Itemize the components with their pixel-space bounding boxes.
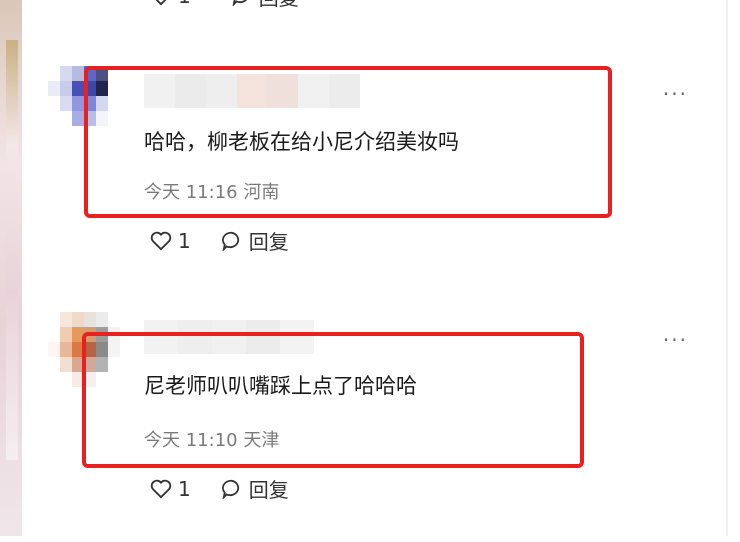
more-button[interactable]: ··· bbox=[663, 82, 688, 106]
like-button[interactable]: 1 bbox=[150, 0, 191, 8]
comment-time: 今天 11:10 bbox=[144, 430, 238, 451]
reply-bubble-icon bbox=[221, 231, 239, 251]
comment-actions: 1 回复 bbox=[150, 474, 289, 503]
reply-button[interactable]: 回复 bbox=[231, 0, 299, 11]
neighbor-image-strip bbox=[0, 0, 22, 536]
divider bbox=[726, 0, 728, 536]
reply-label: 回复 bbox=[248, 230, 289, 254]
heart-icon bbox=[150, 231, 172, 250]
heart-icon bbox=[155, 0, 167, 6]
comment-location: 河南 bbox=[243, 182, 280, 203]
like-button[interactable]: 1 bbox=[150, 229, 191, 253]
reply-button[interactable]: 回复 bbox=[221, 474, 289, 503]
previous-comment-actions: 1 回复 bbox=[150, 0, 299, 10]
reply-label: 回复 bbox=[248, 478, 289, 502]
reply-label: 回复 bbox=[259, 0, 299, 11]
like-button[interactable]: 1 bbox=[150, 477, 191, 501]
comment-meta: 今天 11:16 河南 bbox=[144, 178, 279, 204]
comment-text: 哈哈，柳老板在给小尼介绍美妆吗 bbox=[144, 130, 459, 154]
reply-button[interactable]: 回复 bbox=[221, 226, 289, 255]
like-count: 1 bbox=[178, 0, 191, 8]
comment-location: 天津 bbox=[243, 430, 280, 451]
reply-bubble-icon bbox=[221, 479, 239, 499]
comment-item: 哈哈，柳老板在给小尼介绍美妆吗 今天 11:16 河南 ··· 1 回复 bbox=[44, 66, 724, 296]
comment-item: 尼老师叭叭嘴踩上点了哈哈哈 今天 11:10 天津 ··· 1 回复 bbox=[44, 312, 724, 542]
reply-bubble-icon bbox=[232, 0, 247, 6]
comment-text: 尼老师叭叭嘴踩上点了哈哈哈 bbox=[144, 374, 417, 398]
like-count: 1 bbox=[178, 476, 191, 501]
comment-time: 今天 11:16 bbox=[144, 182, 238, 203]
heart-icon bbox=[150, 479, 172, 498]
more-button[interactable]: ··· bbox=[663, 328, 688, 352]
like-count: 1 bbox=[178, 228, 191, 253]
comment-actions: 1 回复 bbox=[150, 226, 289, 255]
comment-meta: 今天 11:10 天津 bbox=[144, 426, 279, 452]
